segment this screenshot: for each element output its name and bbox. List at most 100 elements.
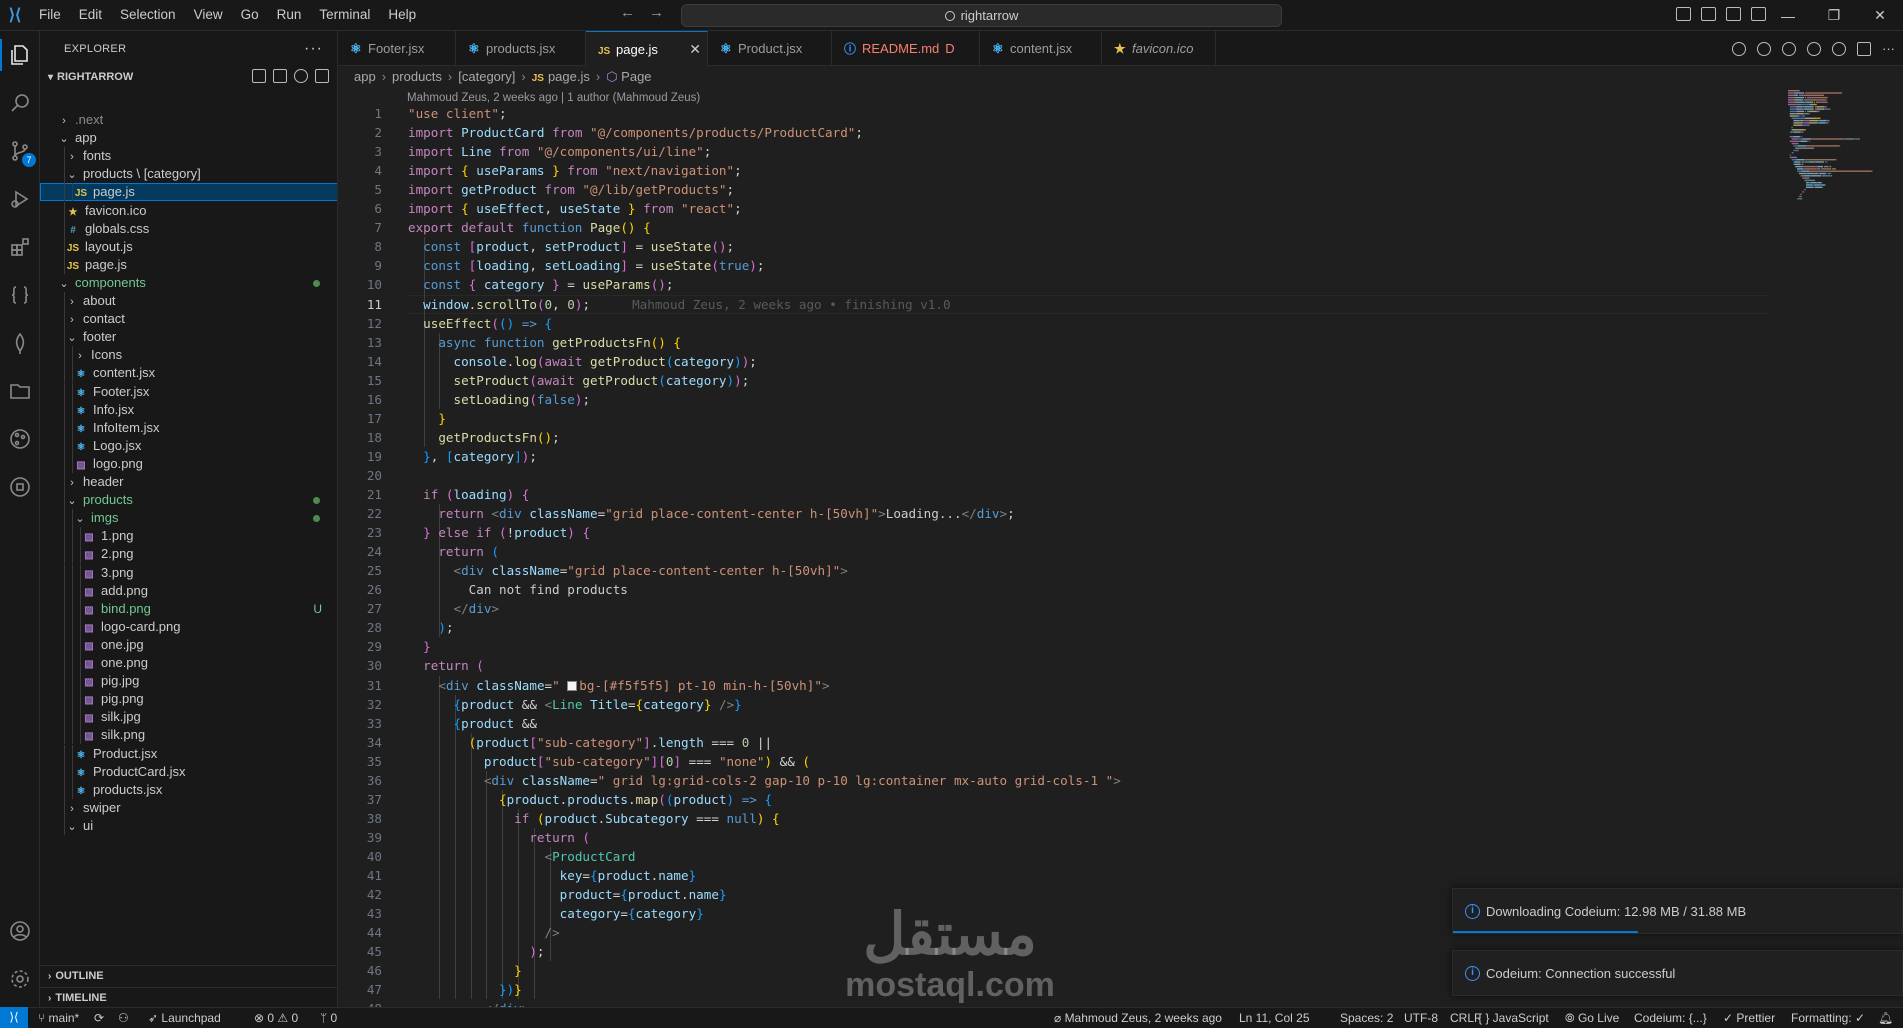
breadcrumb-app[interactable]: app bbox=[354, 69, 376, 84]
tree-file[interactable]: ▨ pig.jpg bbox=[40, 672, 337, 691]
codeium-status[interactable]: Codeium: {...} bbox=[1634, 1008, 1707, 1028]
settings-gear-icon[interactable] bbox=[0, 959, 40, 999]
tree-file[interactable]: ⚛ content.jsx bbox=[40, 364, 337, 383]
timeline-section[interactable]: › TIMELINE bbox=[40, 987, 337, 1007]
new-folder-icon[interactable] bbox=[273, 69, 287, 83]
prev-change-icon[interactable] bbox=[1782, 41, 1796, 56]
tree-folder[interactable]: › Icons bbox=[40, 346, 337, 365]
minimize-icon[interactable]: — bbox=[1765, 0, 1811, 31]
tree-file[interactable]: JS layout.js bbox=[40, 237, 337, 256]
tree-folder[interactable]: ⌄ footer bbox=[40, 328, 337, 347]
customize-layout-icon[interactable] bbox=[1751, 7, 1766, 21]
refresh-icon[interactable] bbox=[294, 69, 308, 83]
source-control-icon[interactable]: 7 bbox=[0, 131, 40, 171]
timeline-history-icon[interactable] bbox=[1732, 41, 1746, 56]
mongodb-leaf-icon[interactable] bbox=[0, 323, 40, 363]
tree-file[interactable]: ⚛ InfoItem.jsx bbox=[40, 418, 337, 437]
live-share-icon[interactable]: ⚇ bbox=[118, 1008, 129, 1028]
tree-folder[interactable]: › .next bbox=[40, 111, 337, 129]
breadcrumb-file[interactable]: page.js bbox=[548, 69, 590, 84]
command-center-search[interactable]: rightarrow bbox=[681, 4, 1282, 27]
tree-file[interactable]: ⚛ Info.jsx bbox=[40, 400, 337, 419]
forward-arrow-icon[interactable]: → bbox=[649, 4, 664, 21]
editor-tab[interactable]: ⚛ products.jsx bbox=[456, 31, 586, 66]
menu-file[interactable]: File bbox=[30, 3, 70, 27]
tree-folder[interactable]: ⌄ ui bbox=[40, 816, 337, 835]
menu-terminal[interactable]: Terminal bbox=[310, 3, 379, 27]
indentation[interactable]: Spaces: 2 bbox=[1340, 1008, 1393, 1028]
tree-folder[interactable]: ⌄ products bbox=[40, 491, 337, 510]
breadcrumb-products[interactable]: products bbox=[392, 69, 442, 84]
formatting-status[interactable]: Formatting: ✓ bbox=[1791, 1008, 1865, 1028]
tree-folder[interactable]: ⌄ products \ [category] bbox=[40, 165, 337, 184]
status-blame[interactable]: ⌀ Mahmoud Zeus, 2 weeks ago bbox=[1054, 1008, 1222, 1028]
tree-file[interactable]: ▨ one.jpg bbox=[40, 635, 337, 654]
workspace-root-header[interactable]: ▾ RIGHTARROW bbox=[40, 66, 337, 88]
git-graph-icon[interactable] bbox=[0, 419, 40, 459]
tree-file[interactable]: ▨ one.png bbox=[40, 654, 337, 672]
notifications-bell-icon[interactable]: 🔔︎ bbox=[1878, 1008, 1893, 1028]
close-tab-icon[interactable]: ✕ bbox=[689, 32, 701, 67]
menu-go[interactable]: Go bbox=[232, 3, 268, 27]
git-revert-icon[interactable] bbox=[1757, 41, 1771, 56]
editor-tab[interactable]: ★ favicon.ico bbox=[1102, 31, 1216, 66]
language-mode[interactable]: { } JavaScript bbox=[1478, 1008, 1549, 1028]
breadcrumb-symbol[interactable]: Page bbox=[621, 69, 651, 84]
tree-file[interactable]: ▨ 3.png bbox=[40, 563, 337, 582]
minimap[interactable] bbox=[1788, 88, 1903, 258]
json-braces-icon[interactable] bbox=[0, 275, 40, 315]
toggle-primary-sidebar-icon[interactable] bbox=[1676, 7, 1691, 21]
tree-file[interactable]: ▨ logo.png bbox=[40, 454, 337, 473]
close-window-icon[interactable]: ✕ bbox=[1857, 0, 1903, 31]
extensions-icon[interactable] bbox=[0, 227, 40, 267]
tree-file[interactable]: ▨ silk.png bbox=[40, 726, 337, 745]
notification-download[interactable]: i Downloading Codeium: 12.98 MB / 31.88 … bbox=[1452, 888, 1903, 934]
tree-file[interactable]: ▨ bind.png U bbox=[40, 599, 337, 618]
go-live-run-icon[interactable] bbox=[1832, 41, 1846, 56]
ports-indicator[interactable]: ᛘ 0 bbox=[320, 1008, 337, 1028]
tree-file[interactable]: ▨ 2.png bbox=[40, 545, 337, 564]
tree-folder[interactable]: › fonts bbox=[40, 147, 337, 166]
branch-indicator[interactable]: ⑂ main* bbox=[38, 1008, 79, 1028]
encoding[interactable]: UTF-8 bbox=[1404, 1008, 1438, 1028]
tree-file[interactable]: ⚛ Product.jsx bbox=[40, 744, 337, 763]
editor-tab[interactable]: ⚛ content.jsx bbox=[980, 31, 1102, 66]
code-editor[interactable]: 1 "use client"; 2 import ProductCard from "… bbox=[338, 104, 1768, 1008]
tree-folder[interactable]: › about bbox=[40, 292, 337, 310]
remote-indicator-icon[interactable]: ⟩⟨ bbox=[0, 1007, 28, 1028]
tree-file[interactable]: ▨ pig.png bbox=[40, 690, 337, 709]
more-editor-actions-icon[interactable]: ··· bbox=[1882, 41, 1895, 56]
project-manager-icon[interactable] bbox=[0, 371, 40, 411]
tree-file[interactable]: ★ favicon.ico bbox=[40, 201, 337, 220]
breadcrumb-category[interactable]: [category] bbox=[458, 69, 515, 84]
tree-file[interactable]: ▨ 1.png bbox=[40, 527, 337, 546]
launchpad-item[interactable]: ➶ Launchpad bbox=[148, 1008, 221, 1028]
tree-file[interactable]: ⚛ products.jsx bbox=[40, 780, 337, 799]
menu-run[interactable]: Run bbox=[268, 3, 311, 27]
editor-tab[interactable]: ⚛ Product.jsx bbox=[708, 31, 832, 66]
run-debug-icon[interactable] bbox=[0, 179, 40, 219]
new-file-icon[interactable] bbox=[252, 69, 266, 83]
tree-file[interactable]: # globals.css bbox=[40, 219, 337, 238]
editor-tab[interactable]: ⚛ Footer.jsx bbox=[338, 31, 456, 66]
editor-tab[interactable]: JS page.js ✕ bbox=[586, 31, 708, 66]
accounts-icon[interactable] bbox=[0, 911, 40, 951]
problems-indicator[interactable]: ⊗ 0 ⚠ 0 bbox=[254, 1008, 298, 1028]
outline-section[interactable]: › OUTLINE bbox=[40, 965, 337, 987]
tree-folder[interactable]: › header bbox=[40, 473, 337, 491]
search-view-icon[interactable] bbox=[0, 83, 40, 123]
tree-file[interactable]: JS page.js bbox=[40, 183, 337, 202]
menu-edit[interactable]: Edit bbox=[70, 3, 111, 27]
menu-view[interactable]: View bbox=[185, 3, 232, 27]
next-change-icon[interactable] bbox=[1807, 41, 1821, 56]
collapse-all-icon[interactable] bbox=[315, 69, 329, 83]
tree-file[interactable]: ▨ add.png bbox=[40, 581, 337, 600]
menu-help[interactable]: Help bbox=[379, 3, 425, 27]
toggle-panel-icon[interactable] bbox=[1701, 7, 1716, 21]
tree-file[interactable]: ⚛ Footer.jsx bbox=[40, 382, 337, 401]
tree-folder[interactable]: › contact bbox=[40, 310, 337, 329]
prettier-status[interactable]: ✓ Prettier bbox=[1723, 1008, 1775, 1028]
explorer-icon[interactable] bbox=[0, 35, 40, 75]
tree-folder[interactable]: ⌄ app bbox=[40, 129, 337, 147]
sync-icon[interactable]: ⟳ bbox=[94, 1008, 104, 1028]
